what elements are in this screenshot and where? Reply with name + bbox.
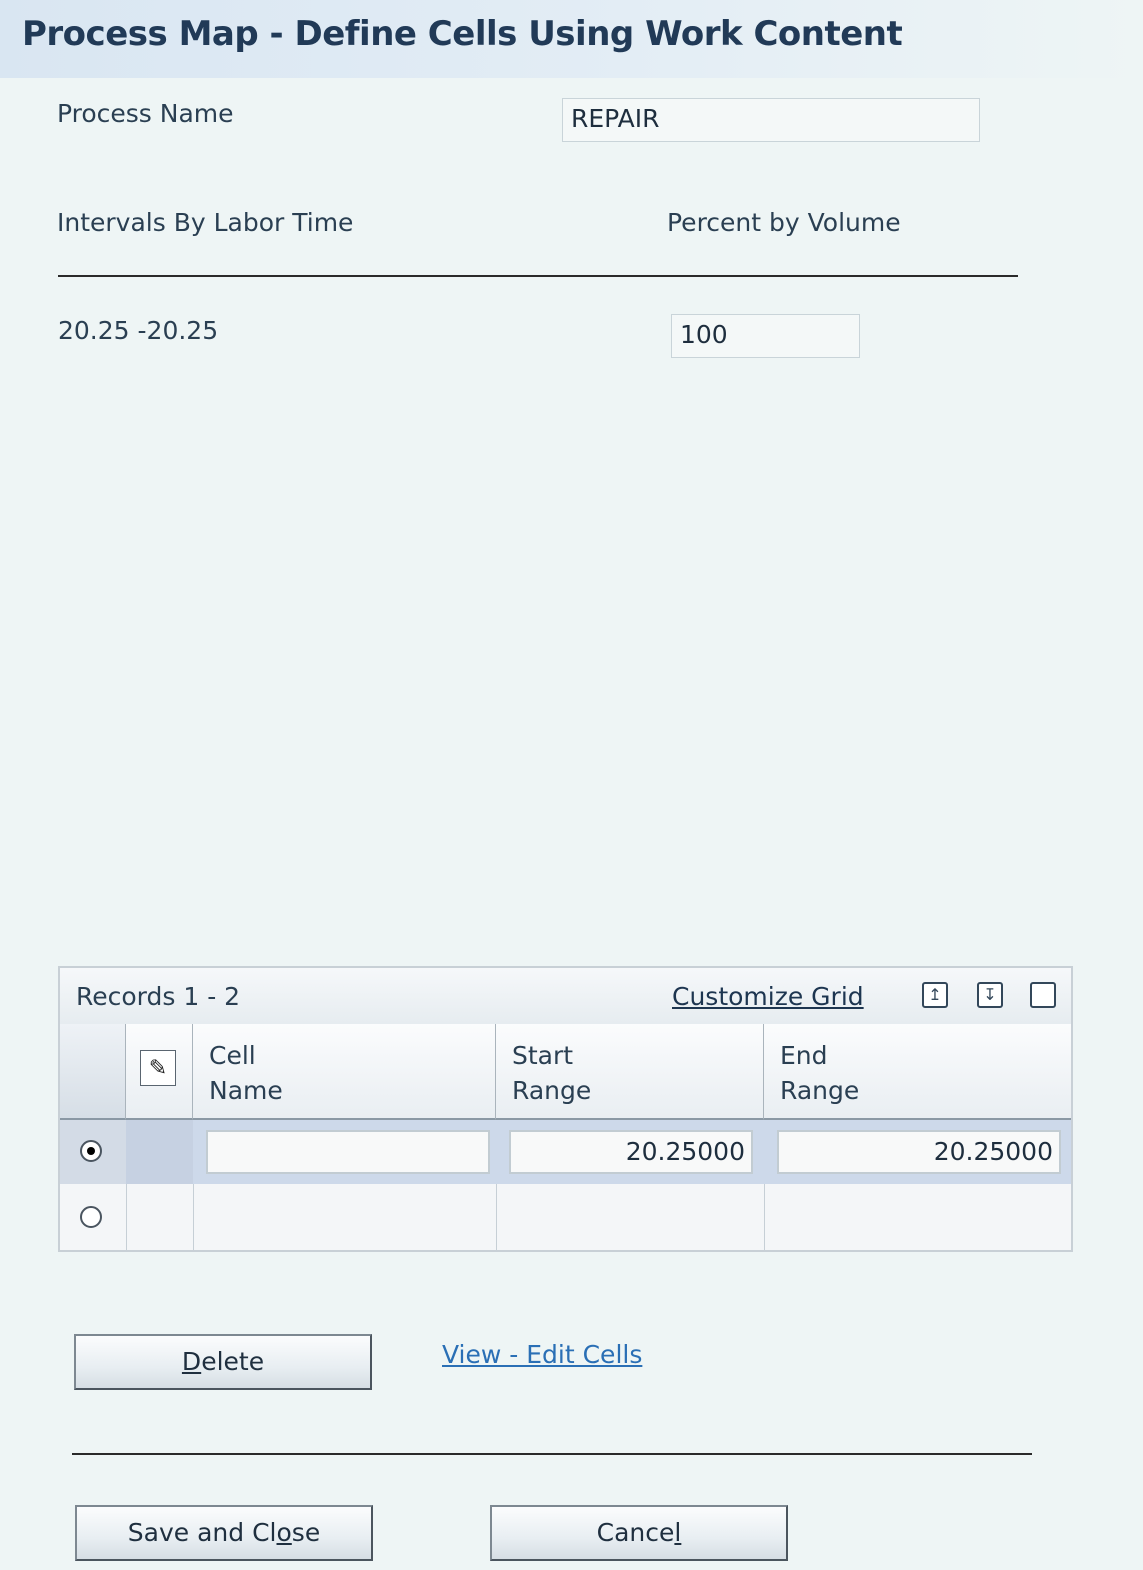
records-grid: Records 1 - 2 Customize Grid ↥ ↧ ✎ Cell N…: [58, 966, 1073, 1252]
row-radio[interactable]: [80, 1140, 102, 1162]
header-line: Range: [780, 1076, 860, 1105]
mnemonic: l: [674, 1518, 682, 1547]
column-divider: [193, 1184, 194, 1250]
column-header-end-range[interactable]: End Range: [764, 1024, 1071, 1120]
footer-divider: [72, 1453, 1032, 1455]
select-column-header: [60, 1024, 126, 1120]
start-range-input[interactable]: 20.25000: [509, 1130, 753, 1174]
column-divider: [764, 1184, 765, 1250]
button-label: se: [291, 1518, 321, 1547]
maximize-icon[interactable]: [1030, 982, 1056, 1008]
button-label: Save and Cl: [127, 1518, 277, 1547]
column-divider: [126, 1184, 127, 1250]
export-icon[interactable]: ↥: [922, 982, 948, 1008]
row-radio[interactable]: [80, 1206, 102, 1228]
table-row[interactable]: 20.25000 20.25000: [60, 1120, 1071, 1184]
end-range-input[interactable]: 20.25000: [777, 1130, 1061, 1174]
title-bar: Process Map - Define Cells Using Work Co…: [0, 0, 1143, 78]
process-name-label: Process Name: [57, 99, 234, 128]
percent-by-volume-label: Percent by Volume: [667, 208, 901, 237]
interval-value: 20.25 -20.25: [58, 316, 219, 345]
header-line: Range: [512, 1076, 592, 1105]
row-attach-cell: [126, 1120, 193, 1184]
header-divider: [58, 275, 1018, 277]
percent-field[interactable]: 100: [671, 314, 860, 358]
page-title: Process Map - Define Cells Using Work Co…: [22, 14, 903, 54]
mnemonic: D: [181, 1347, 202, 1376]
import-icon[interactable]: ↧: [977, 982, 1003, 1008]
paperclip-icon[interactable]: ✎: [140, 1050, 176, 1086]
customize-grid-link[interactable]: Customize Grid: [672, 982, 864, 1011]
column-divider: [496, 1184, 497, 1250]
view-edit-cells-link[interactable]: View - Edit Cells: [442, 1340, 642, 1369]
column-header-cell-name[interactable]: Cell Name: [193, 1024, 496, 1120]
header-line: Name: [209, 1076, 283, 1105]
save-and-close-button[interactable]: Save and Close: [75, 1505, 373, 1561]
header-line: End: [780, 1041, 828, 1070]
intervals-label: Intervals By Labor Time: [57, 208, 354, 237]
process-name-field[interactable]: REPAIR: [562, 98, 980, 142]
table-row[interactable]: [60, 1184, 1071, 1250]
cell-name-input[interactable]: [206, 1130, 490, 1174]
cancel-button[interactable]: Cancel: [490, 1505, 788, 1561]
mnemonic: o: [276, 1518, 292, 1547]
records-count: Records 1 - 2: [76, 982, 241, 1011]
column-header-start-range[interactable]: Start Range: [496, 1024, 764, 1120]
grid-toolbar: Records 1 - 2 Customize Grid ↥ ↧: [60, 968, 1071, 1025]
header-line: Start: [512, 1041, 574, 1070]
button-label: Cance: [596, 1518, 675, 1547]
attach-column-header: ✎: [126, 1024, 193, 1120]
header-line: Cell: [209, 1041, 256, 1070]
button-label: elete: [201, 1347, 265, 1376]
delete-button[interactable]: Delete: [74, 1334, 372, 1390]
